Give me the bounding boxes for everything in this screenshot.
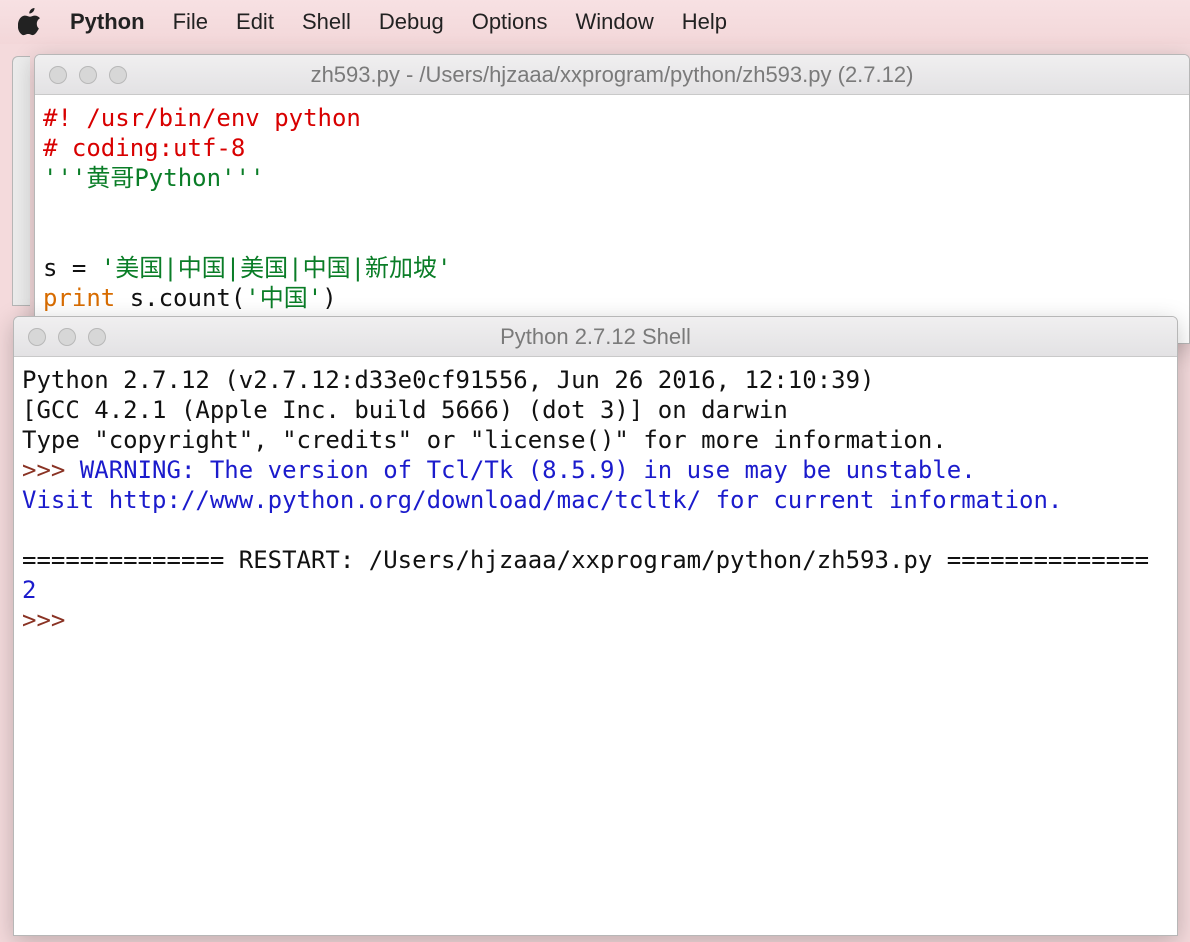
- editor-title: zh593.py - /Users/hjzaaa/xxprogram/pytho…: [45, 62, 1179, 88]
- zoom-icon[interactable]: [88, 328, 106, 346]
- editor-window: zh593.py - /Users/hjzaaa/xxprogram/pytho…: [34, 54, 1190, 344]
- zoom-icon[interactable]: [109, 66, 127, 84]
- close-icon[interactable]: [28, 328, 46, 346]
- shell-banner-line2: [GCC 4.2.1 (Apple Inc. build 5666) (dot …: [22, 396, 788, 424]
- code-assign-lhs: s =: [43, 254, 101, 282]
- menu-help[interactable]: Help: [682, 9, 727, 35]
- menu-debug[interactable]: Debug: [379, 9, 444, 35]
- shell-traffic-lights: [28, 328, 106, 346]
- close-icon[interactable]: [49, 66, 67, 84]
- shell-banner-line3: Type "copyright", "credits" or "license(…: [22, 426, 947, 454]
- editor-code-area[interactable]: #! /usr/bin/env python # coding:utf-8 ''…: [35, 95, 1189, 343]
- shell-prompt: >>>: [22, 606, 80, 634]
- editor-titlebar[interactable]: zh593.py - /Users/hjzaaa/xxprogram/pytho…: [35, 55, 1189, 95]
- code-print-end: ): [322, 284, 336, 312]
- menu-file[interactable]: File: [173, 9, 208, 35]
- shell-warning-line2: Visit http://www.python.org/download/mac…: [22, 486, 1062, 514]
- code-print-mid: s.count(: [115, 284, 245, 312]
- shell-restart-line: ============== RESTART: /Users/hjzaaa/xx…: [22, 546, 1149, 574]
- code-docstring: '''黄哥Python''': [43, 164, 264, 192]
- menu-app-name[interactable]: Python: [70, 9, 145, 35]
- shell-title: Python 2.7.12 Shell: [24, 324, 1167, 350]
- shell-banner-line1: Python 2.7.12 (v2.7.12:d33e0cf91556, Jun…: [22, 366, 889, 394]
- menu-shell[interactable]: Shell: [302, 9, 351, 35]
- menu-options[interactable]: Options: [472, 9, 548, 35]
- code-assign-rhs: '美国|中国|美国|中国|新加坡': [101, 254, 452, 282]
- shell-window: Python 2.7.12 Shell Python 2.7.12 (v2.7.…: [13, 316, 1178, 936]
- shell-output-area[interactable]: Python 2.7.12 (v2.7.12:d33e0cf91556, Jun…: [14, 357, 1177, 935]
- shell-warning-line1: WARNING: The version of Tcl/Tk (8.5.9) i…: [80, 456, 976, 484]
- minimize-icon[interactable]: [79, 66, 97, 84]
- apple-icon[interactable]: [18, 8, 42, 36]
- code-print-keyword: print: [43, 284, 115, 312]
- minimize-icon[interactable]: [58, 328, 76, 346]
- shell-prompt: >>>: [22, 456, 80, 484]
- code-coding: # coding:utf-8: [43, 134, 245, 162]
- menu-edit[interactable]: Edit: [236, 9, 274, 35]
- shell-output-value: 2: [22, 576, 36, 604]
- background-window-sliver: [12, 56, 30, 306]
- editor-traffic-lights: [49, 66, 127, 84]
- code-print-arg: '中国': [245, 284, 322, 312]
- menu-window[interactable]: Window: [576, 9, 654, 35]
- shell-titlebar[interactable]: Python 2.7.12 Shell: [14, 317, 1177, 357]
- macos-menubar: Python File Edit Shell Debug Options Win…: [0, 0, 1190, 44]
- code-shebang: #! /usr/bin/env python: [43, 104, 361, 132]
